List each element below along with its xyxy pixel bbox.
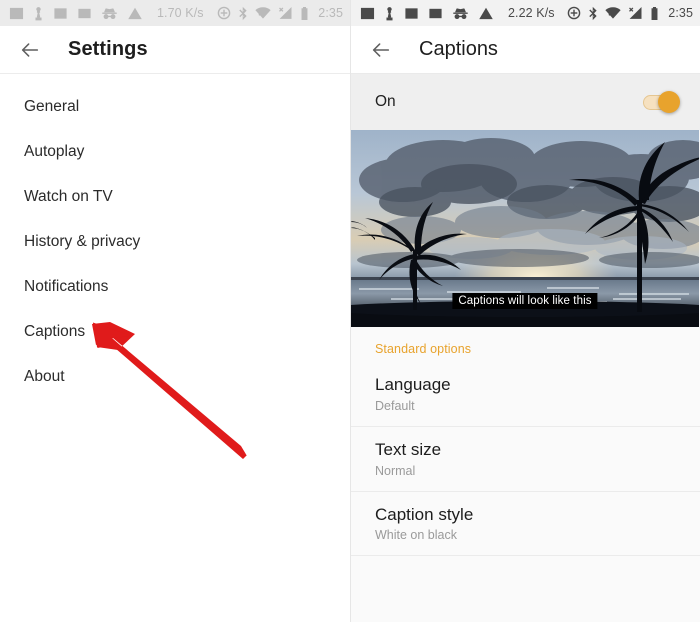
back-arrow-icon[interactable] — [357, 26, 405, 74]
signal-off-icon — [629, 7, 642, 19]
sidebar-item-label: Notifications — [24, 277, 109, 295]
option-value: Default — [375, 398, 415, 413]
network-speed-right: 2.22 K/s — [508, 6, 555, 20]
sidebar-item-notifications[interactable]: Notifications — [0, 264, 350, 309]
captions-toggle-row[interactable]: On — [351, 74, 700, 130]
status-bar-notification-icons — [9, 6, 143, 21]
status-bar-right: 2.22 K/s 2:35 — [351, 0, 700, 26]
back-arrow-icon[interactable] — [6, 26, 54, 74]
sidebar-item-label: Watch on TV — [24, 187, 113, 205]
battery-icon — [651, 6, 658, 20]
section-header-standard-options: Standard options — [375, 342, 472, 356]
sidebar-item-label: Captions — [24, 322, 86, 340]
sidebar-item-label: History & privacy — [24, 232, 141, 250]
sidebar-item-history-privacy[interactable]: History & privacy — [0, 219, 350, 264]
left-panel-settings: 1.70 K/s 2:35 Settings General Autoplay … — [0, 0, 350, 622]
location-icon — [217, 6, 231, 20]
network-speed-left: 1.70 K/s — [157, 6, 204, 20]
option-row-caption-style[interactable]: Caption style White on black — [351, 492, 700, 557]
dual-screenshot-container: 1.70 K/s 2:35 Settings General Autoplay … — [0, 0, 700, 622]
warning-icon — [128, 7, 142, 19]
caption-preview-image: Captions will look like this — [351, 130, 699, 327]
location-icon — [567, 6, 581, 20]
sidebar-item-label: About — [24, 367, 65, 385]
option-row-language[interactable]: Language Default — [351, 362, 700, 427]
sidebar-item-captions[interactable]: Captions — [0, 309, 350, 354]
option-title: Text size — [375, 439, 442, 459]
appbar-right: Captions — [351, 26, 700, 74]
signal-off-icon — [279, 7, 292, 19]
right-panel-captions: 2.22 K/s 2:35 Captions On Captions will … — [350, 0, 700, 622]
switch-knob — [658, 91, 680, 113]
appbar-left: Settings — [0, 26, 350, 74]
image-icon — [78, 8, 91, 18]
status-bar-left: 1.70 K/s 2:35 — [0, 0, 350, 26]
incognito-icon — [102, 7, 117, 19]
sidebar-item-general[interactable]: General — [0, 84, 350, 129]
article-icon — [9, 7, 24, 19]
option-value: White on black — [375, 528, 457, 543]
clock-left: 2:35 — [318, 6, 343, 20]
page-title: Settings — [68, 38, 148, 60]
sidebar-item-label: General — [24, 97, 80, 115]
person-icon — [386, 6, 393, 20]
screenshot-icon — [54, 7, 67, 19]
sidebar-item-watch-on-tv[interactable]: Watch on TV — [0, 174, 350, 219]
page-title: Captions — [419, 38, 498, 60]
option-value: Normal — [375, 463, 416, 478]
sidebar-item-autoplay[interactable]: Autoplay — [0, 129, 350, 174]
screenshot-icon — [405, 7, 418, 19]
clock-right: 2:35 — [668, 6, 693, 20]
settings-menu-list: General Autoplay Watch on TV History & p… — [0, 74, 350, 399]
caption-options-list: Standard options Language Default Text s… — [351, 327, 700, 603]
incognito-icon — [453, 7, 468, 19]
status-bar-notification-icons — [360, 6, 494, 21]
article-icon — [360, 7, 375, 19]
status-bar-system-icons-right: 2:35 — [567, 6, 693, 21]
captions-toggle-label: On — [375, 93, 396, 110]
option-title: Caption style — [375, 504, 474, 524]
option-row-text-size[interactable]: Text size Normal — [351, 427, 700, 492]
battery-icon — [301, 6, 308, 20]
bluetooth-icon — [239, 6, 247, 20]
wifi-icon — [255, 7, 271, 19]
sidebar-item-about[interactable]: About — [0, 354, 350, 399]
captions-toggle-switch[interactable] — [634, 91, 680, 113]
caption-preview-text: Captions will look like this — [452, 293, 598, 309]
wifi-icon — [605, 7, 621, 19]
option-title: Language — [375, 375, 451, 394]
person-icon — [35, 6, 42, 20]
warning-icon — [479, 7, 493, 19]
bluetooth-icon — [589, 6, 597, 20]
sidebar-item-label: Autoplay — [24, 142, 85, 160]
image-icon — [429, 8, 442, 18]
status-bar-system-icons-left: 2:35 — [217, 6, 343, 21]
list-tail-space — [351, 556, 700, 602]
